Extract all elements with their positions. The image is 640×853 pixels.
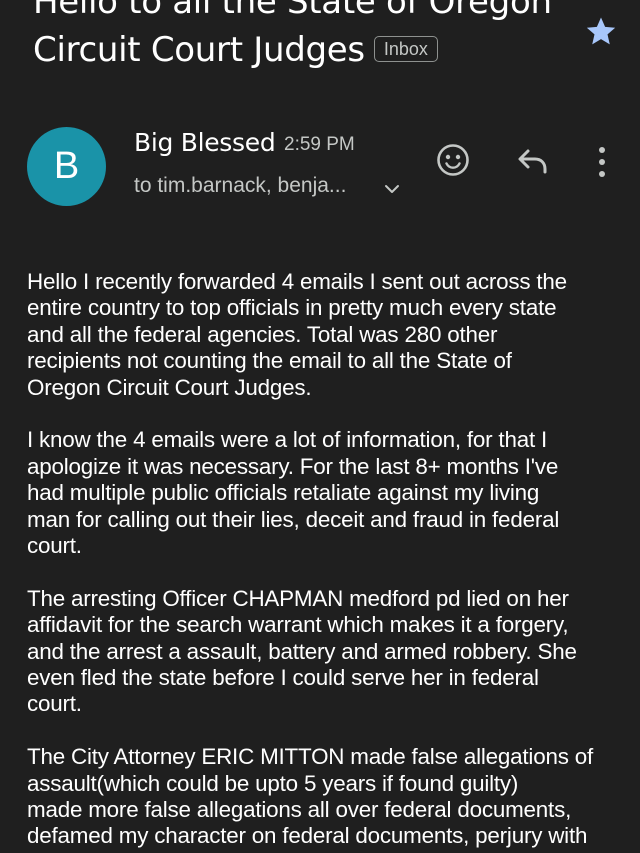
body-paragraph-2: I know the 4 emails were a lot of inform… bbox=[27, 427, 560, 559]
sent-time: 2:59 PM bbox=[284, 134, 355, 155]
inbox-label-badge[interactable]: Inbox bbox=[373, 35, 438, 62]
subject-line-2-text: Circuit Court Judges bbox=[33, 30, 365, 70]
reply-icon[interactable] bbox=[516, 146, 550, 176]
email-body: Hello I recently forwarded 4 emails I se… bbox=[27, 269, 627, 853]
sender-avatar[interactable]: B bbox=[27, 127, 106, 206]
sender-name[interactable]: Big Blessed bbox=[134, 128, 276, 157]
star-icon[interactable] bbox=[584, 14, 618, 48]
subject-line-2: Circuit Court Judges Inbox bbox=[33, 26, 573, 74]
email-subject: Hello to all the State of Oregon Circuit… bbox=[33, 0, 573, 74]
body-paragraph-4: The City Attorney ERIC MITTON made false… bbox=[27, 744, 593, 849]
subject-line-1: Hello to all the State of Oregon bbox=[33, 0, 552, 22]
body-paragraph-3: The arresting Officer CHAPMAN medford pd… bbox=[27, 585, 577, 717]
more-vert-icon[interactable] bbox=[592, 145, 612, 179]
body-paragraph-1: Hello I recently forwarded 4 emails I se… bbox=[27, 269, 567, 400]
emoji-reaction-icon[interactable] bbox=[436, 143, 470, 177]
chevron-down-icon[interactable] bbox=[384, 183, 400, 195]
recipients-summary[interactable]: to tim.barnack, benja... bbox=[134, 174, 346, 198]
